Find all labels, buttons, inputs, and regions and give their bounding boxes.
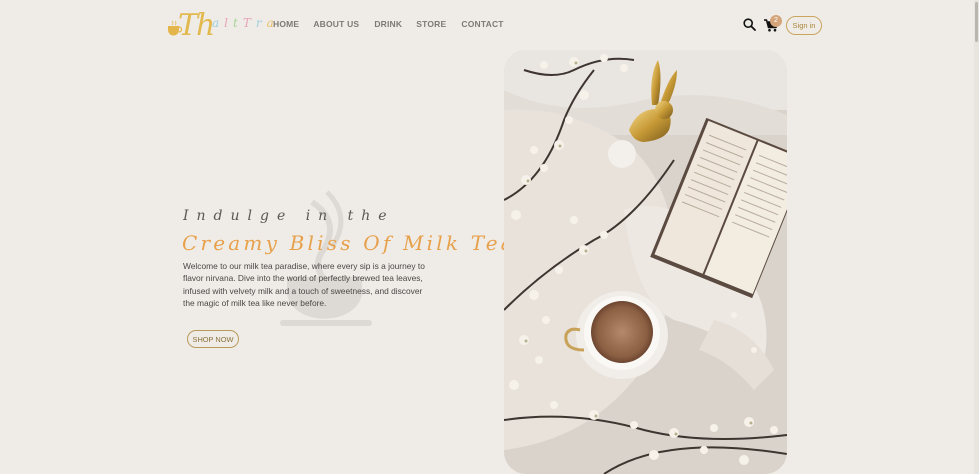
main-nav: HOME ABOUT US DRINK STORE CONTACT [273,19,519,29]
hero-image [504,50,787,474]
nav-contact[interactable]: CONTACT [461,19,503,29]
hero-title: Creamy Bliss Of Milk Tea [182,231,516,255]
cart-count-badge: 2 [770,15,782,27]
nav-about-us[interactable]: ABOUT US [313,19,359,29]
nav-store[interactable]: STORE [416,19,446,29]
hero-tagline-top: Indulge in the [183,208,395,224]
sign-in-button[interactable]: Sign in [786,16,822,35]
nav-home[interactable]: HOME [273,19,299,29]
nav-drink[interactable]: DRINK [374,19,402,29]
brand-logo[interactable]: Th altTra [166,6,274,46]
search-icon[interactable] [743,18,756,31]
logo-mark: Th [178,8,215,43]
hero-description: Welcome to our milk tea paradise, where … [183,261,425,309]
logo-text: altTra [212,16,279,30]
scrollbar[interactable] [974,0,979,474]
scrollbar-thumb[interactable] [975,2,978,42]
shop-now-button[interactable]: SHOP NOW [187,330,239,348]
